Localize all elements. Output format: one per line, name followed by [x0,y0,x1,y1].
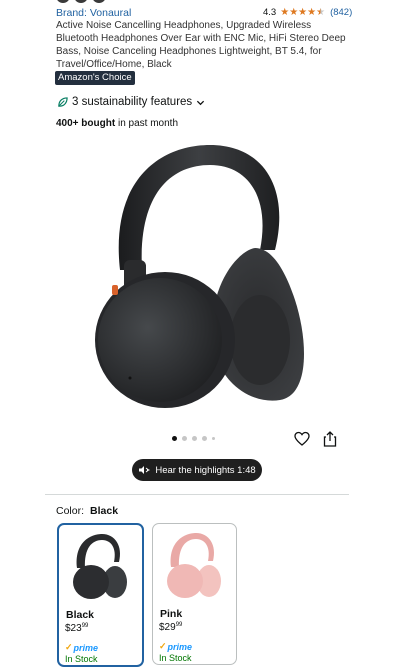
product-image[interactable] [80,140,320,410]
star-rating: ★ ★ ★ ★ ★ [280,6,326,18]
prime-badge: ✓ prime [65,642,98,653]
carousel-dot[interactable] [192,436,197,441]
selected-color-name: Black [90,505,119,517]
color-option-pink[interactable]: Pink $2999 ✓ prime In Stock [152,523,237,665]
sustainability-features[interactable]: 3 sustainability features [57,96,205,108]
pink-headphones-thumbnail [167,533,221,598]
prime-check-icon: ✓ [159,641,167,651]
color-label-text: Color: [56,505,85,517]
image-carousel-dots[interactable] [172,436,215,441]
hear-highlights-button[interactable]: Hear the highlights 1:48 [132,459,262,481]
thumbnail-strip-edge [56,0,106,3]
color-option-black[interactable]: Black $2399 ✓ prime In Stock [57,523,144,667]
speaker-icon [139,466,150,474]
hear-highlights-label: Hear the highlights 1:48 [155,464,256,476]
option-price: $2999 [159,622,182,633]
prime-label: prime [73,642,99,653]
color-selector-label: Color: Black [56,505,118,517]
amazons-choice-badge[interactable]: Amazon's Choice [55,71,135,85]
half-star-icon: ★ [316,6,326,18]
share-icon[interactable] [323,431,337,447]
section-divider [45,494,349,495]
star-icon: ★ [298,6,308,18]
bought-count: 400+ bought [56,118,116,129]
sustainability-label: 3 sustainability features [72,96,193,108]
brand-link[interactable]: Brand: Vonaural [56,7,131,19]
option-name: Black [66,609,95,621]
heart-icon[interactable] [294,431,310,447]
carousel-dot[interactable] [172,436,177,441]
rating-summary[interactable]: 4.3 ★ ★ ★ ★ ★ (842) [263,7,352,18]
stock-status: In Stock [65,654,98,664]
star-icon: ★ [280,6,290,18]
option-price: $2399 [65,623,88,634]
product-title: Active Noise Cancelling Headphones, Upgr… [56,20,346,70]
prime-badge: ✓ prime [159,641,192,652]
option-price-cents: 99 [175,622,183,628]
leaf-icon [58,96,68,107]
option-price-whole: $29 [159,622,176,633]
carousel-dot[interactable] [212,437,215,440]
prime-check-icon: ✓ [65,642,73,652]
prime-label: prime [167,641,193,652]
option-name: Pink [160,608,183,620]
option-price-whole: $23 [65,623,82,634]
bought-in-past-month: 400+ bought in past month [56,118,178,129]
rating-value: 4.3 [263,7,277,18]
star-icon: ★ [307,6,317,18]
bought-period: in past month [115,118,178,129]
star-icon: ★ [289,6,299,18]
black-headphones-thumbnail [73,534,127,599]
carousel-dot[interactable] [202,436,207,441]
option-price-cents: 99 [81,623,89,629]
carousel-dot[interactable] [182,436,187,441]
rating-count[interactable]: (842) [330,7,352,18]
chevron-down-icon [197,100,205,105]
